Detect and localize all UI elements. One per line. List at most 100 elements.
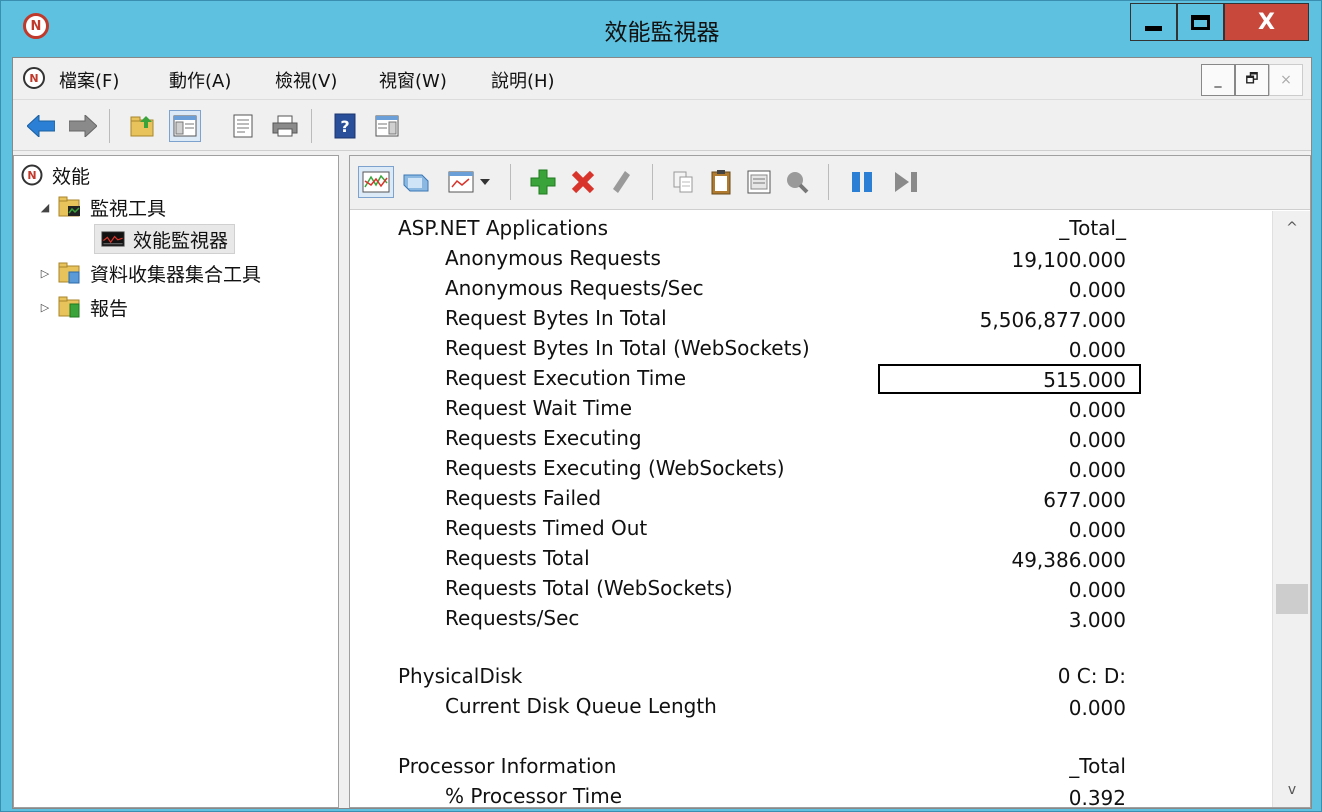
zoom-button[interactable] [782,166,812,198]
pane-splitter[interactable] [339,155,349,808]
properties-button[interactable] [227,110,259,142]
tree-item-label: 監視工具 [90,197,167,220]
counter-value: 49,386.000 [1011,548,1126,572]
counter-name: Anonymous Requests [445,246,661,270]
counter-name: Requests/Sec [445,606,580,630]
counter-value: 0.000 [1068,398,1126,422]
freeze-display-icon [403,174,429,192]
counter-name: Requests Executing [445,426,642,450]
graph-type-dropdown[interactable] [478,166,492,198]
counter-row[interactable]: Requests Executing (WebSockets) 0.000 [350,454,1272,484]
counter-row[interactable]: Request Bytes In Total (WebSockets) 0.000 [350,334,1272,364]
scroll-down-button[interactable]: v [1273,775,1311,805]
collapsed-arrow-icon[interactable]: ▷ [38,301,52,314]
mdi-restore-button[interactable]: 🗗 [1235,64,1269,96]
counter-row[interactable]: Requests Total 49,386.000 [350,544,1272,574]
menu-help[interactable]: 說明(H) [491,67,555,93]
counter-row[interactable]: Current Disk Queue Length 0.000 [350,692,1272,722]
tree-item-reports[interactable]: ▷ 報告 [38,292,128,322]
scroll-thumb[interactable] [1276,584,1308,614]
menu-file[interactable]: 檔案(F) [59,67,119,93]
counter-row[interactable]: Anonymous Requests 19,100.000 [350,244,1272,274]
back-button[interactable] [25,110,57,142]
tree-item-performance[interactable]: N 效能 [20,160,90,190]
counter-value: 0.392 [1068,786,1126,807]
menu-window[interactable]: 視窗(W) [379,67,447,93]
counter-name: % Processor Time [445,784,622,807]
menu-bar: N 檔案(F) 動作(A) 檢視(V) 視窗(W) 說明(H) _ 🗗 × [13,58,1311,100]
freeze-display-button[interactable] [398,166,434,198]
copy-properties-icon [673,171,693,193]
instance-name: 0 C: D: [1057,664,1126,688]
delete-counter-button[interactable] [566,166,600,198]
object-row: Processor Information _Total [350,752,1272,782]
mdi-close-button[interactable]: × [1269,64,1303,96]
counter-row[interactable]: Requests Timed Out 0.000 [350,514,1272,544]
highlight-button[interactable] [606,166,636,198]
minimize-button[interactable] [1130,3,1177,41]
counter-row[interactable]: Requests/Sec 3.000 [350,604,1272,634]
print-button[interactable] [269,110,301,142]
counter-row-selected[interactable]: Request Execution Time 515.000 [350,364,1272,394]
system-menu-icon[interactable]: N [23,67,45,89]
tree-item-data-collector-sets[interactable]: ▷ 資料收集器集合工具 [38,258,261,288]
perfmon-toolbar [350,156,1310,210]
counter-row[interactable]: Request Wait Time 0.000 [350,394,1272,424]
counter-value: 5,506,877.000 [979,308,1126,332]
collapsed-arrow-icon[interactable]: ▷ [38,267,52,280]
report-view[interactable]: ASP.NET Applications _Total_ Anonymous R… [350,211,1272,807]
counter-row[interactable]: Requests Total (WebSockets) 0.000 [350,574,1272,604]
scroll-up-button[interactable]: ^ [1273,213,1311,243]
counter-row[interactable]: % Processor Time 0.392 [350,782,1272,807]
view-current-activity-button[interactable] [358,166,394,198]
counter-value: 677.000 [1043,488,1126,512]
mdi-minimize-button[interactable]: _ [1201,64,1235,96]
object-row: PhysicalDisk 0 C: D: [350,662,1272,692]
title-bar[interactable]: N 效能監視器 X [1,1,1322,59]
chevron-down-icon [480,179,490,185]
counter-row[interactable]: Request Bytes In Total 5,506,877.000 [350,304,1272,334]
change-graph-type-icon [448,171,474,193]
menu-view[interactable]: 檢視(V) [275,67,337,93]
menu-action[interactable]: 動作(A) [169,67,231,93]
tree-item-monitoring-tools[interactable]: ◢ 監視工具 [38,192,166,222]
counter-value: 0.000 [1068,428,1126,452]
window-title: 效能監視器 [604,20,720,46]
vertical-scrollbar[interactable]: ^ v [1272,211,1310,807]
counter-value: 0.000 [1068,518,1126,542]
update-data-button[interactable] [888,166,924,198]
expanded-arrow-icon[interactable]: ◢ [38,201,52,214]
change-graph-type-button[interactable] [446,166,476,198]
line-graph-icon [362,171,390,193]
tree-item-label: 報告 [90,297,129,320]
data-collector-folder-icon [58,262,82,284]
counter-properties-button[interactable] [744,166,774,198]
tree-item-performance-monitor[interactable]: 效能監視器 [94,224,236,254]
counter-row[interactable]: Requests Executing 0.000 [350,424,1272,454]
up-one-level-button[interactable] [127,110,159,142]
paste-counter-list-button[interactable] [706,166,736,198]
perfmon-root-icon: N [20,164,44,186]
copy-properties-button[interactable] [668,166,698,198]
counter-value: 515.000 [1043,368,1126,392]
tree-item-label: 資料收集器集合工具 [90,263,262,286]
show-hide-action-pane-button[interactable] [371,110,403,142]
help-icon: ? [334,113,356,139]
counter-row[interactable]: Anonymous Requests/Sec 0.000 [350,274,1272,304]
counter-row[interactable]: Requests Failed 677.000 [350,484,1272,514]
counter-value: 0.000 [1068,578,1126,602]
update-data-icon [895,172,917,192]
counter-name: Current Disk Queue Length [445,694,717,718]
freeze-pause-button[interactable] [844,166,880,198]
zoom-icon [787,172,809,194]
svg-text:?: ? [340,117,349,136]
forward-button[interactable] [67,110,99,142]
help-button[interactable]: ? [329,110,361,142]
counter-name: Requests Failed [445,486,602,510]
add-counter-button[interactable] [526,166,560,198]
counter-value: 19,100.000 [1011,248,1126,272]
close-button[interactable]: X [1224,3,1309,41]
maximize-button[interactable] [1177,3,1224,41]
back-arrow-icon [27,115,55,137]
show-hide-console-tree-button[interactable] [169,110,201,142]
